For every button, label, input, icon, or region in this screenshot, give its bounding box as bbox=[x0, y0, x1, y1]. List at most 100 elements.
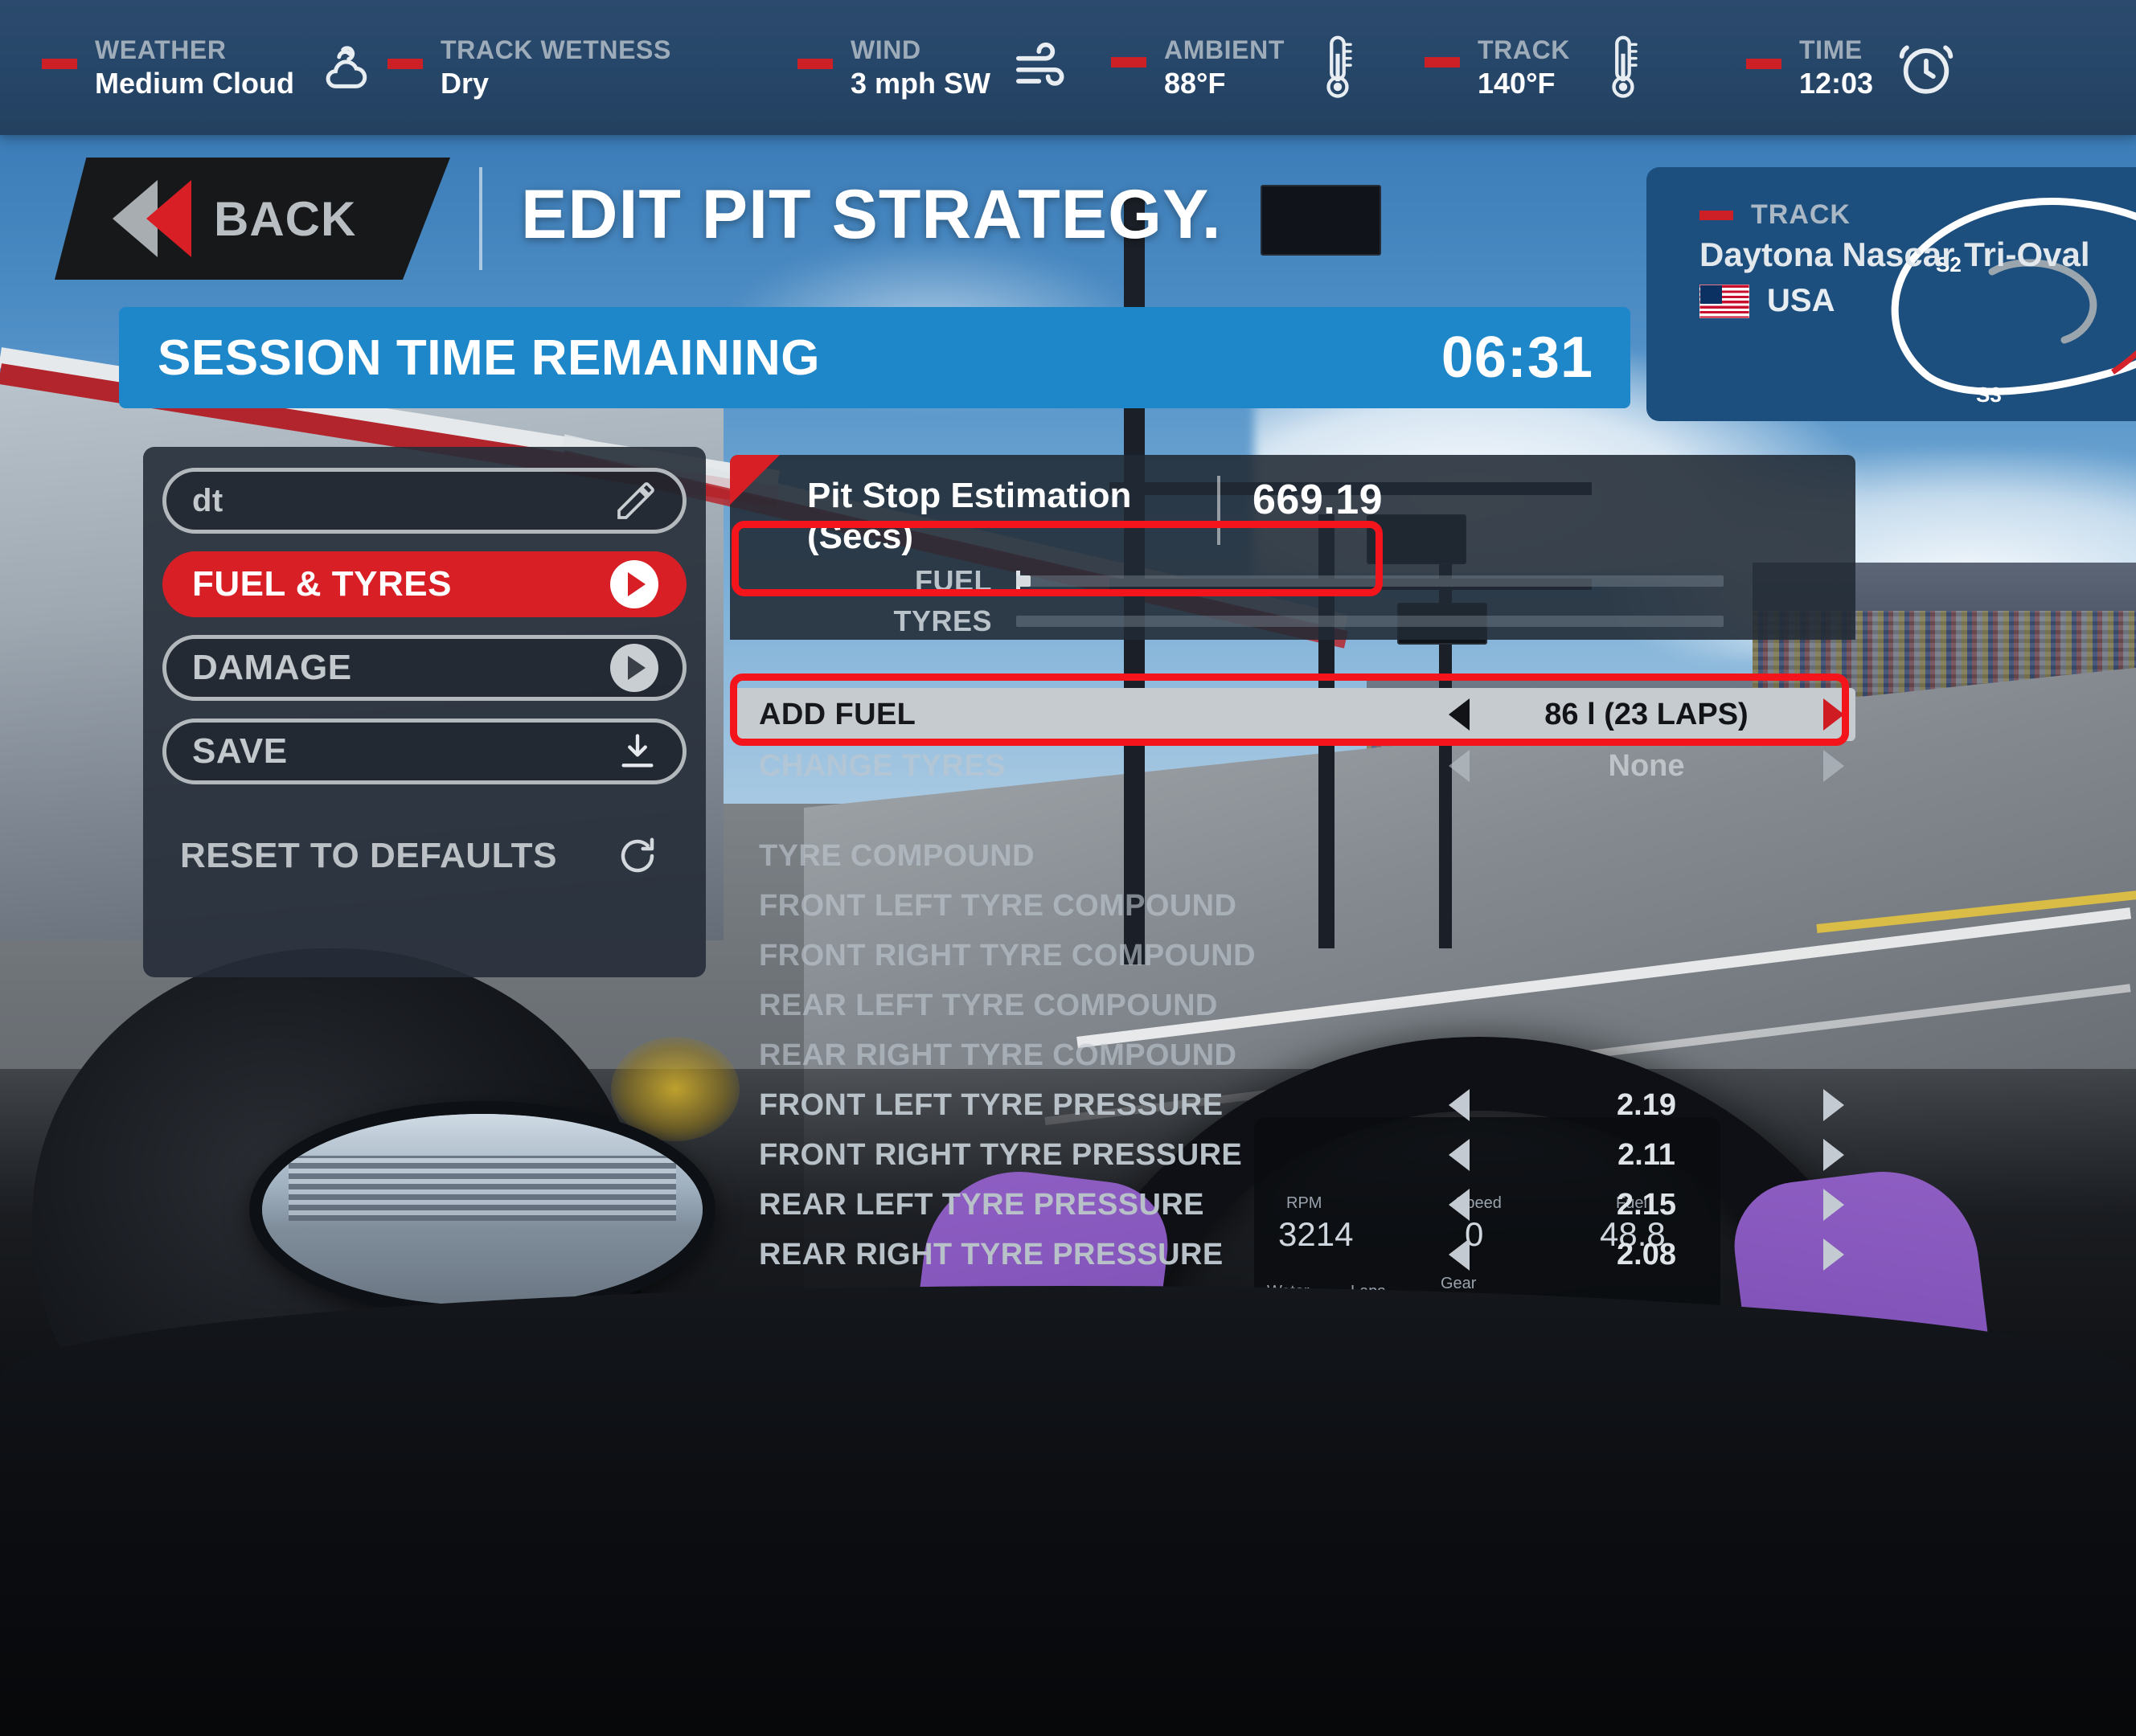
accent-dash bbox=[1425, 57, 1460, 68]
menu-item-preset-name[interactable]: dt bbox=[162, 468, 687, 534]
mirror-reflection bbox=[262, 1114, 703, 1305]
chevron-left-icon[interactable] bbox=[1449, 1139, 1470, 1171]
back-chevron-icon bbox=[113, 180, 207, 257]
setting-label: TYRE COMPOUND bbox=[759, 838, 1035, 873]
chevron-right-icon[interactable] bbox=[1823, 698, 1844, 731]
setting-value: 2.11 bbox=[1617, 1137, 1675, 1172]
chevron-left-icon[interactable] bbox=[1449, 698, 1470, 731]
bar-label: TYRES bbox=[893, 604, 992, 638]
status-item-value: 3 mph SW bbox=[851, 66, 991, 100]
menu-item-damage[interactable]: DAMAGE bbox=[162, 635, 687, 701]
menu-item-label: DAMAGE bbox=[192, 648, 352, 687]
setting-label: REAR LEFT TYRE PRESSURE bbox=[759, 1187, 1204, 1222]
light-fixture bbox=[1261, 185, 1381, 256]
setting-label: REAR LEFT TYRE COMPOUND bbox=[759, 988, 1218, 1022]
estimation-bar-fuel: FUEL bbox=[730, 564, 1855, 597]
chevron-right-icon[interactable] bbox=[1823, 750, 1844, 782]
status-item-label: TRACK bbox=[1478, 35, 1570, 64]
back-button[interactable]: BACK bbox=[55, 158, 450, 280]
back-button-label: BACK bbox=[214, 191, 357, 246]
thermometer-icon bbox=[1304, 33, 1371, 102]
status-item-value: Medium Cloud bbox=[95, 66, 294, 100]
session-time-banner: SESSION TIME REMAINING 06:31 bbox=[119, 307, 1630, 408]
bar-track bbox=[1016, 616, 1724, 628]
status-item-label: AMBIENT bbox=[1164, 35, 1285, 64]
setting-label: REAR RIGHT TYRE COMPOUND bbox=[759, 1038, 1237, 1072]
chevron-right-icon bbox=[610, 560, 658, 608]
setting-row-add-fuel[interactable]: ADD FUEL 86 l (23 LAPS) bbox=[730, 688, 1855, 741]
status-item-weather: WEATHER Medium Cloud bbox=[42, 35, 387, 101]
chevron-right-icon[interactable] bbox=[1823, 1089, 1844, 1121]
track-country: USA bbox=[1767, 283, 1835, 319]
setting-row-tyre-compound[interactable]: TYRE COMPOUND bbox=[730, 831, 1855, 881]
refresh-icon bbox=[621, 837, 654, 873]
menu-item-save[interactable]: SAVE bbox=[162, 719, 687, 784]
reset-to-defaults-label: RESET TO DEFAULTS bbox=[180, 836, 557, 875]
setting-value: None bbox=[1608, 748, 1685, 783]
setting-value: 2.08 bbox=[1617, 1237, 1676, 1271]
pencil-icon bbox=[617, 482, 654, 519]
estimation-bar-tyres: TYRES bbox=[730, 604, 1855, 638]
chevron-left-icon[interactable] bbox=[1449, 1089, 1470, 1121]
chevron-right-icon[interactable] bbox=[1823, 1139, 1844, 1171]
setting-label: FRONT LEFT TYRE COMPOUND bbox=[759, 888, 1237, 923]
track-label: TRACK bbox=[1751, 199, 1851, 230]
setting-row-front-right-tyre-pressure[interactable]: FRONT RIGHT TYRE PRESSURE 2.11 bbox=[730, 1130, 1855, 1180]
alarm-clock-icon bbox=[1892, 37, 1960, 98]
status-item-track-wetness: TRACK WETNESS Dry bbox=[387, 35, 797, 101]
status-item-label: TIME bbox=[1799, 35, 1863, 64]
setting-row-rear-right-tyre-pressure[interactable]: REAR RIGHT TYRE PRESSURE 2.08 bbox=[730, 1230, 1855, 1279]
setting-row-front-left-tyre-compound[interactable]: FRONT LEFT TYRE COMPOUND bbox=[730, 881, 1855, 931]
pit-estimation-title: Pit Stop Estimation (Secs) bbox=[807, 476, 1132, 556]
setting-row-change-tyres[interactable]: CHANGE TYRES None bbox=[730, 741, 1855, 791]
session-time-label: SESSION TIME REMAINING bbox=[158, 330, 820, 386]
strategy-menu-panel: dt FUEL & TYRES DAMAGE SAVE RESET TO DEF… bbox=[143, 447, 706, 977]
mirror-grandstand-reflection bbox=[288, 1156, 677, 1222]
track-name: Daytona Nascar Tri-Oval bbox=[1699, 235, 2090, 273]
accent-dash bbox=[1111, 57, 1146, 68]
status-item-track: TRACK 140°F bbox=[1425, 33, 1746, 102]
menu-item-fuel-and-tyres[interactable]: FUEL & TYRES bbox=[162, 551, 687, 617]
track-info-panel: TRACK Daytona Nascar Tri-Oval USA S2 S3 bbox=[1646, 167, 2136, 421]
setting-row-front-left-tyre-pressure[interactable]: FRONT LEFT TYRE PRESSURE 2.19 bbox=[730, 1080, 1855, 1130]
setting-row-rear-left-tyre-pressure[interactable]: REAR LEFT TYRE PRESSURE 2.15 bbox=[730, 1180, 1855, 1230]
status-item-value: 140°F bbox=[1478, 66, 1556, 100]
setting-row-rear-right-tyre-compound[interactable]: REAR RIGHT TYRE COMPOUND bbox=[730, 1030, 1855, 1080]
chevron-left-icon[interactable] bbox=[1449, 1189, 1470, 1221]
setting-label: ADD FUEL bbox=[759, 697, 916, 731]
chevron-left-icon[interactable] bbox=[1449, 1239, 1470, 1271]
setting-row-front-right-tyre-compound[interactable]: FRONT RIGHT TYRE COMPOUND bbox=[730, 931, 1855, 981]
chevron-left-icon[interactable] bbox=[1449, 750, 1470, 782]
status-bar: WEATHER Medium Cloud TRACK WETNESS Dry WIND 3… bbox=[0, 0, 2136, 135]
corner-accent-icon bbox=[730, 455, 780, 505]
accent-dash bbox=[387, 58, 423, 69]
chevron-right-icon[interactable] bbox=[1823, 1189, 1844, 1221]
menu-item-label: SAVE bbox=[192, 731, 288, 771]
status-item-value: 12:03 bbox=[1799, 66, 1874, 100]
pit-settings-list: ADD FUEL 86 l (23 LAPS) CHANGE TYRES Non… bbox=[730, 688, 1855, 1279]
status-item-label: WEATHER bbox=[95, 35, 227, 64]
status-item-ambient: AMBIENT 88°F bbox=[1111, 33, 1425, 102]
session-time-value: 06:31 bbox=[1441, 326, 1593, 390]
preset-name-label: dt bbox=[192, 482, 223, 518]
setting-label: REAR RIGHT TYRE PRESSURE bbox=[759, 1237, 1224, 1271]
status-item-value: 88°F bbox=[1164, 66, 1226, 100]
chevron-right-icon bbox=[610, 644, 658, 692]
setting-value: 2.15 bbox=[1617, 1187, 1676, 1222]
reset-to-defaults-button[interactable]: RESET TO DEFAULTS bbox=[162, 820, 687, 892]
chevron-right-icon[interactable] bbox=[1823, 1239, 1844, 1271]
wind-icon bbox=[1010, 40, 1077, 95]
status-item-value: Dry bbox=[441, 66, 490, 100]
setting-label: CHANGE TYRES bbox=[759, 748, 1006, 783]
accent-dash bbox=[1746, 58, 1781, 69]
accent-dash bbox=[42, 58, 77, 69]
title-separator bbox=[479, 167, 482, 270]
status-item-label: WIND bbox=[851, 35, 921, 64]
status-item-time: TIME 12:03 bbox=[1746, 35, 2011, 101]
setting-label: FRONT LEFT TYRE PRESSURE bbox=[759, 1087, 1224, 1122]
divider bbox=[1217, 476, 1220, 545]
setting-row-rear-left-tyre-compound[interactable]: REAR LEFT TYRE COMPOUND bbox=[730, 981, 1855, 1030]
setting-value: 86 l (23 LAPS) bbox=[1544, 697, 1749, 731]
page-title: EDIT PIT STRATEGY. bbox=[521, 176, 1222, 253]
thermometer-icon bbox=[1589, 33, 1657, 102]
